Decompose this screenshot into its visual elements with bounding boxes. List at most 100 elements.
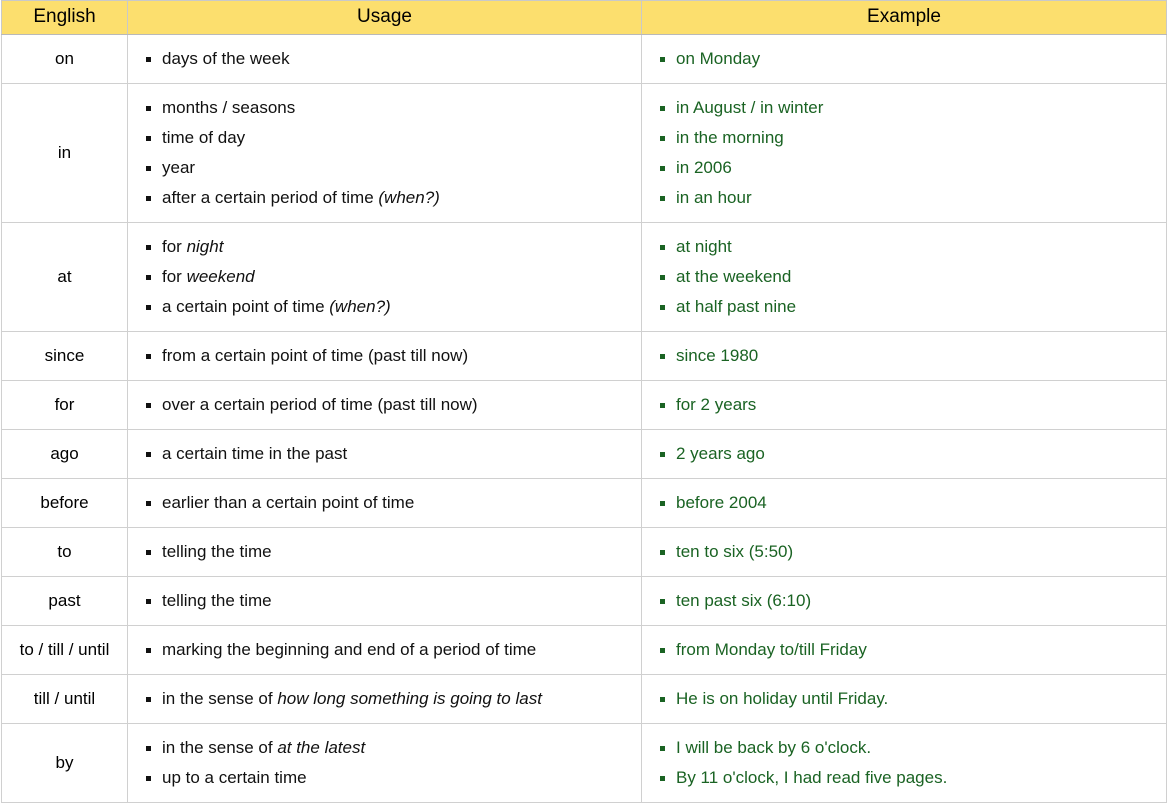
usage-list-item: time of day (144, 123, 631, 153)
example-list-item: in 2006 (658, 153, 1156, 183)
cell-english: before (1, 478, 128, 528)
cell-usage: telling the time (127, 527, 642, 577)
table-row: by in the sense of at the latest up to a c… (1, 723, 1167, 803)
cell-usage: marking the beginning and end of a perio… (127, 625, 642, 675)
usage-list: in the sense of at the latest up to a cer… (144, 733, 631, 793)
usage-text: for (162, 267, 187, 286)
usage-list: in the sense of how long something is go… (144, 684, 631, 714)
cell-example: at night at the weekend at half past nine (641, 222, 1167, 332)
usage-list-item: after a certain period of time (when?) (144, 183, 631, 213)
usage-emphasis: (when?) (329, 297, 391, 316)
example-list-item: at the weekend (658, 262, 1156, 292)
example-list: from Monday to/till Friday (658, 635, 1156, 665)
english-term: past (48, 591, 81, 610)
usage-text: in the sense of (162, 738, 278, 757)
cell-english: ago (1, 429, 128, 479)
table-body: on days of the week on Monday in months / se… (1, 34, 1167, 803)
example-list: in August / in winter in the morning in 20… (658, 93, 1156, 213)
example-list-item: in August / in winter (658, 93, 1156, 123)
cell-example: since 1980 (641, 331, 1167, 381)
usage-text: up to a certain time (162, 768, 307, 787)
english-term: by (55, 753, 74, 772)
example-list-item: on Monday (658, 44, 1156, 74)
example-list-item: By 11 o'clock, I had read five pages. (658, 763, 1156, 793)
example-list: I will be back by 6 o'clock. By 11 o'cloc… (658, 733, 1156, 793)
example-list: He is on holiday until Friday. (658, 684, 1156, 714)
example-list-item: 2 years ago (658, 439, 1156, 469)
example-list: for 2 years (658, 390, 1156, 420)
usage-list-item: in the sense of how long something is go… (144, 684, 631, 714)
table-row: before earlier than a certain point of ti… (1, 478, 1167, 528)
example-list-item: at night (658, 232, 1156, 262)
usage-emphasis: weekend (186, 267, 255, 286)
usage-emphasis: (when?) (378, 188, 440, 207)
usage-list: days of the week (144, 44, 631, 74)
cell-usage: over a certain period of time (past till… (127, 380, 642, 430)
usage-list-item: in the sense of at the latest (144, 733, 631, 763)
example-list: before 2004 (658, 488, 1156, 518)
usage-list-item: year (144, 153, 631, 183)
usage-text: months / seasons (162, 98, 296, 117)
cell-english: till / until (1, 674, 128, 724)
cell-english: by (1, 723, 128, 803)
english-term: in (57, 143, 72, 162)
example-list-item: from Monday to/till Friday (658, 635, 1156, 665)
example-list-item: in the morning (658, 123, 1156, 153)
usage-list: for night for weekend a certain point of t… (144, 232, 631, 322)
usage-list-item: days of the week (144, 44, 631, 74)
usage-list-item: a certain time in the past (144, 439, 631, 469)
cell-usage: telling the time (127, 576, 642, 626)
usage-list-item: up to a certain time (144, 763, 631, 793)
usage-emphasis: at the latest (277, 738, 366, 757)
usage-list: earlier than a certain point of time (144, 488, 631, 518)
usage-list-item: earlier than a certain point of time (144, 488, 631, 518)
example-list-item: ten to six (5:50) (658, 537, 1156, 567)
usage-text: over a certain period of time (past till… (162, 395, 478, 414)
usage-list-item: telling the time (144, 586, 631, 616)
prepositions-of-time-table: English Usage Example on days of the week… (1, 0, 1167, 803)
example-list-item: He is on holiday until Friday. (658, 684, 1156, 714)
english-term: to / till / until (19, 640, 110, 659)
usage-list-item: from a certain point of time (past till … (144, 341, 631, 371)
prepositions-table-container: English Usage Example on days of the week… (0, 0, 1167, 803)
english-term: on (55, 49, 74, 68)
column-header-usage: Usage (127, 0, 642, 35)
table-row: in months / seasons time of day year after a… (1, 83, 1167, 223)
example-list: ten to six (5:50) (658, 537, 1156, 567)
example-list: 2 years ago (658, 439, 1156, 469)
cell-example: on Monday (641, 34, 1167, 84)
cell-usage: days of the week (127, 34, 642, 84)
usage-text: days of the week (162, 49, 290, 68)
cell-usage: months / seasons time of day year after a c… (127, 83, 642, 223)
column-header-example: Example (641, 0, 1167, 35)
example-list-item: since 1980 (658, 341, 1156, 371)
example-list-item: I will be back by 6 o'clock. (658, 733, 1156, 763)
table-row: ago a certain time in the past 2 years ago (1, 429, 1167, 479)
usage-list: marking the beginning and end of a perio… (144, 635, 631, 665)
usage-text: from a certain point of time (past till … (162, 346, 469, 365)
usage-list-item: marking the beginning and end of a perio… (144, 635, 631, 665)
usage-list-item: over a certain period of time (past till… (144, 390, 631, 420)
usage-list-item: a certain point of time (when?) (144, 292, 631, 322)
cell-english: past (1, 576, 128, 626)
cell-example: ten to six (5:50) (641, 527, 1167, 577)
cell-usage: for night for weekend a certain point of t… (127, 222, 642, 332)
cell-english: since (1, 331, 128, 381)
usage-list: months / seasons time of day year after a c… (144, 93, 631, 213)
cell-usage: in the sense of how long something is go… (127, 674, 642, 724)
example-list-item: ten past six (6:10) (658, 586, 1156, 616)
table-header: English Usage Example (1, 0, 1167, 35)
usage-list-item: telling the time (144, 537, 631, 567)
example-list: ten past six (6:10) (658, 586, 1156, 616)
cell-english: for (1, 380, 128, 430)
cell-english: on (1, 34, 128, 84)
cell-usage: from a certain point of time (past till … (127, 331, 642, 381)
cell-example: from Monday to/till Friday (641, 625, 1167, 675)
table-row: for over a certain period of time (past t… (1, 380, 1167, 430)
table-row: at for night for weekend a certain point of… (1, 222, 1167, 332)
usage-list-item: for night (144, 232, 631, 262)
cell-example: before 2004 (641, 478, 1167, 528)
usage-list: over a certain period of time (past till… (144, 390, 631, 420)
english-term: ago (50, 444, 79, 463)
usage-text: telling the time (162, 542, 272, 561)
